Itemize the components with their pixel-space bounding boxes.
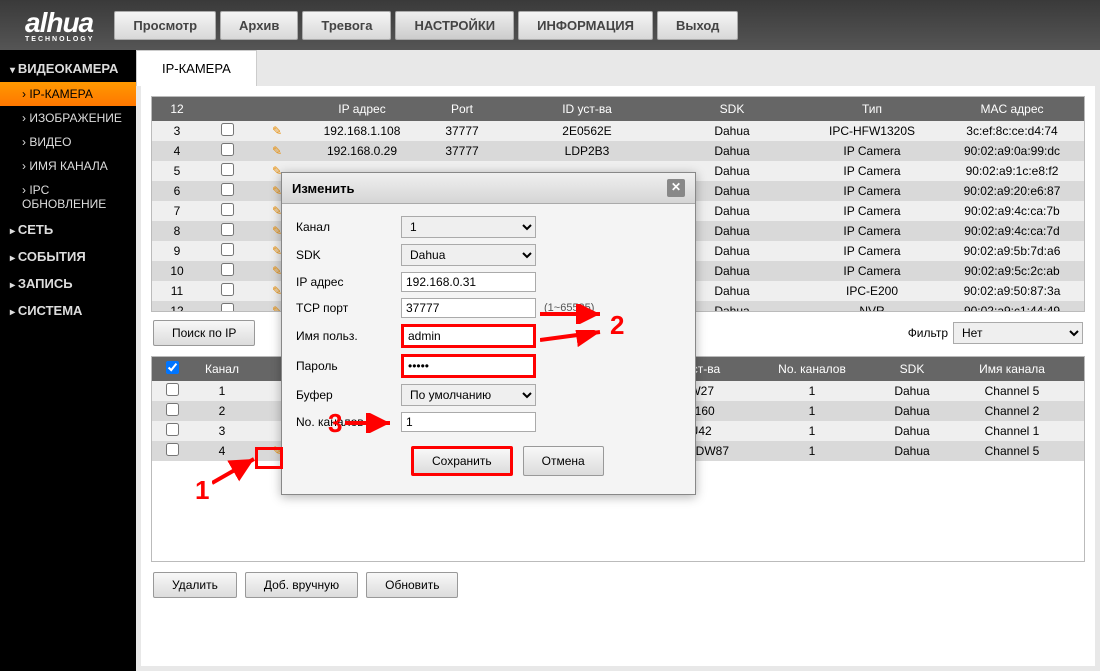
col-header: SDK bbox=[672, 98, 792, 120]
col-header: Имя канала bbox=[962, 358, 1062, 380]
col-header bbox=[1072, 105, 1084, 113]
port-label: TCP порт bbox=[296, 301, 401, 315]
row-checkbox[interactable] bbox=[221, 263, 234, 276]
row-checkbox[interactable] bbox=[221, 303, 234, 311]
side-section[interactable]: ВИДЕОКАМЕРА bbox=[0, 55, 136, 82]
topnav-3[interactable]: НАСТРОЙКИ bbox=[395, 11, 514, 40]
dialog-body: Канал1 SDKDahua IP адрес TCP порт (1~6553… bbox=[282, 204, 695, 494]
select-all-checkbox[interactable] bbox=[166, 361, 179, 374]
side-sub[interactable]: ИЗОБРАЖЕНИЕ bbox=[0, 106, 136, 130]
bottom-buttons: Удалить Доб. вручную Обновить bbox=[151, 562, 1085, 608]
col-header: No. каналов bbox=[762, 358, 862, 380]
annotation-box-1 bbox=[255, 447, 283, 469]
col-header: IP адрес bbox=[302, 98, 422, 120]
side-section[interactable]: ЗАПИСЬ bbox=[0, 270, 136, 297]
row-checkbox[interactable] bbox=[166, 403, 179, 416]
table-row[interactable]: 3✎192.168.1.108377772E0562EDahuaIPC-HFW1… bbox=[152, 121, 1084, 141]
dialog-title-text: Изменить bbox=[292, 181, 355, 196]
dialog-titlebar: Изменить ✕ bbox=[282, 173, 695, 204]
col-header: ID уст-ва bbox=[502, 98, 672, 120]
col-header bbox=[202, 105, 252, 113]
noc-label: No. каналов bbox=[296, 415, 401, 429]
col-header bbox=[1062, 365, 1084, 373]
channel-label: Канал bbox=[296, 220, 401, 234]
topnav-4[interactable]: ИНФОРМАЦИЯ bbox=[518, 11, 653, 40]
close-icon[interactable]: ✕ bbox=[667, 179, 685, 197]
logo: alhuaTECHNOLOGY bbox=[5, 7, 114, 43]
row-checkbox[interactable] bbox=[221, 123, 234, 136]
row-checkbox[interactable] bbox=[221, 143, 234, 156]
row-checkbox[interactable] bbox=[221, 163, 234, 176]
col-header: SDK bbox=[862, 358, 962, 380]
row-checkbox[interactable] bbox=[221, 283, 234, 296]
password-input[interactable] bbox=[401, 354, 536, 378]
row-checkbox[interactable] bbox=[221, 243, 234, 256]
row-checkbox[interactable] bbox=[221, 223, 234, 236]
buffer-label: Буфер bbox=[296, 388, 401, 402]
topnav-0[interactable]: Просмотр bbox=[114, 11, 216, 40]
sidebar: ВИДЕОКАМЕРАIP-КАМЕРАИЗОБРАЖЕНИЕВИДЕОИМЯ … bbox=[0, 50, 136, 671]
device-grid-header: 12 IP адресPortID уст-ваSDKТипMAC адрес bbox=[152, 97, 1084, 121]
channel-select[interactable]: 1 bbox=[401, 216, 536, 238]
side-section[interactable]: СЕТЬ bbox=[0, 216, 136, 243]
col-header: MAC адрес bbox=[952, 98, 1072, 120]
side-section[interactable]: СОБЫТИЯ bbox=[0, 243, 136, 270]
noc-input[interactable] bbox=[401, 412, 536, 432]
pass-label: Пароль bbox=[296, 359, 401, 373]
bottom-button[interactable]: Удалить bbox=[153, 572, 237, 598]
username-input[interactable] bbox=[401, 324, 536, 348]
col-header: 12 bbox=[152, 98, 202, 120]
port-hint: (1~65535) bbox=[544, 302, 594, 314]
bottom-button[interactable]: Доб. вручную bbox=[245, 572, 358, 598]
buffer-select[interactable]: По умолчанию bbox=[401, 384, 536, 406]
sdk-label: SDK bbox=[296, 248, 401, 262]
col-header: Канал bbox=[192, 358, 252, 380]
pencil-icon[interactable]: ✎ bbox=[272, 144, 282, 158]
save-button[interactable]: Сохранить bbox=[411, 446, 513, 476]
search-ip-button[interactable]: Поиск по IP bbox=[153, 320, 255, 346]
ip-label: IP адрес bbox=[296, 275, 401, 289]
top-nav: ПросмотрАрхивТревогаНАСТРОЙКИИНФОРМАЦИЯВ… bbox=[114, 11, 738, 40]
row-checkbox[interactable] bbox=[166, 383, 179, 396]
port-input[interactable] bbox=[401, 298, 536, 318]
filter-row: Фильтр Нет bbox=[908, 322, 1083, 344]
side-sub[interactable]: ВИДЕО bbox=[0, 130, 136, 154]
row-checkbox[interactable] bbox=[221, 203, 234, 216]
col-header: Port bbox=[422, 98, 502, 120]
page-tabs: IP-КАМЕРА bbox=[136, 50, 1100, 86]
topnav-5[interactable]: Выход bbox=[657, 11, 738, 40]
side-sub[interactable]: ИМЯ КАНАЛА bbox=[0, 154, 136, 178]
edit-dialog: Изменить ✕ Канал1 SDKDahua IP адрес TCP … bbox=[281, 172, 696, 495]
ip-input[interactable] bbox=[401, 272, 536, 292]
pencil-icon[interactable]: ✎ bbox=[272, 124, 282, 138]
table-row[interactable]: 4✎192.168.0.2937777LDP2B3DahuaIP Camera9… bbox=[152, 141, 1084, 161]
col-header bbox=[252, 105, 302, 113]
row-checkbox[interactable] bbox=[166, 443, 179, 456]
topnav-2[interactable]: Тревога bbox=[302, 11, 391, 40]
col-header bbox=[152, 357, 192, 381]
sdk-select[interactable]: Dahua bbox=[401, 244, 536, 266]
row-checkbox[interactable] bbox=[166, 423, 179, 436]
side-sub[interactable]: IPC ОБНОВЛЕНИЕ bbox=[0, 178, 136, 216]
side-sub[interactable]: IP-КАМЕРА bbox=[0, 82, 136, 106]
topnav-1[interactable]: Архив bbox=[220, 11, 298, 40]
filter-label: Фильтр bbox=[908, 326, 948, 340]
top-bar: alhuaTECHNOLOGY ПросмотрАрхивТревогаНАСТ… bbox=[0, 0, 1100, 50]
tab-ip-camera[interactable]: IP-КАМЕРА bbox=[136, 50, 257, 86]
col-header: Тип bbox=[792, 98, 952, 120]
user-label: Имя польз. bbox=[296, 329, 401, 343]
filter-select[interactable]: Нет bbox=[953, 322, 1083, 344]
bottom-button[interactable]: Обновить bbox=[366, 572, 458, 598]
row-checkbox[interactable] bbox=[221, 183, 234, 196]
side-section[interactable]: СИСТЕМА bbox=[0, 297, 136, 324]
cancel-button[interactable]: Отмена bbox=[523, 446, 604, 476]
